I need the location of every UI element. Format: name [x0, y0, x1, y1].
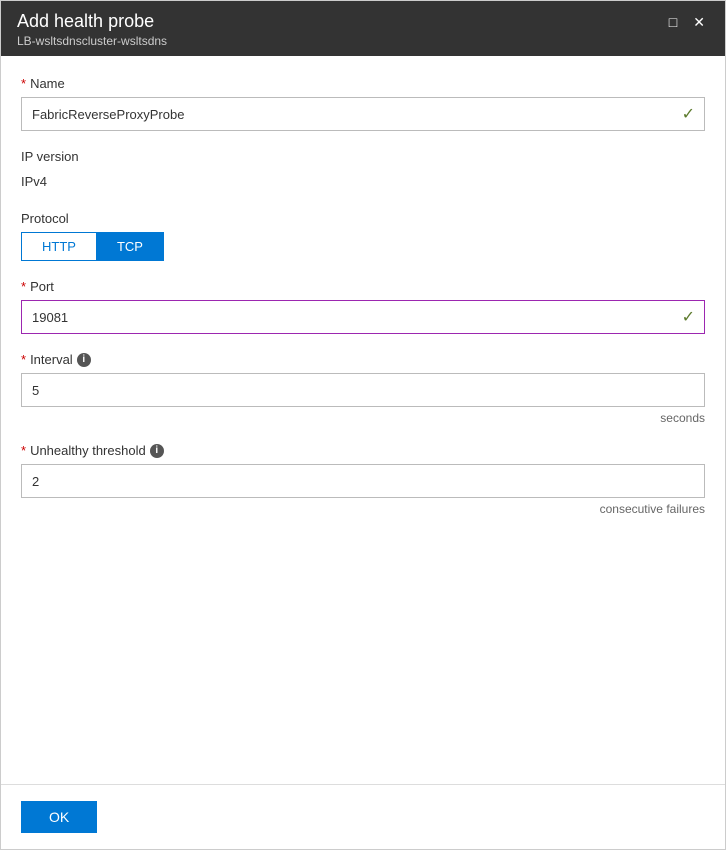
unhealthy-threshold-hint: consecutive failures [21, 502, 705, 516]
ok-button[interactable]: OK [21, 801, 97, 833]
title-bar-left: Add health probe LB-wsltsdnscluster-wslt… [17, 11, 167, 48]
name-check-icon: ✓ [682, 104, 695, 124]
name-input[interactable] [21, 97, 705, 131]
name-label-text: Name [30, 76, 65, 91]
unhealthy-threshold-info-icon[interactable]: i [150, 444, 164, 458]
port-input[interactable] [21, 300, 705, 334]
title-bar: Add health probe LB-wsltsdnscluster-wslt… [1, 1, 725, 56]
port-check-icon: ✓ [682, 307, 695, 327]
ip-version-label: IP version [21, 149, 705, 164]
port-required-star: * [21, 279, 26, 294]
add-health-probe-panel: Add health probe LB-wsltsdnscluster-wslt… [0, 0, 726, 850]
close-button[interactable]: ✕ [689, 15, 709, 29]
unhealthy-threshold-label-text: Unhealthy threshold [30, 443, 146, 458]
interval-label: * Interval i [21, 352, 705, 367]
name-input-wrapper: ✓ [21, 97, 705, 131]
panel-footer: OK [1, 784, 725, 849]
name-label: * Name [21, 76, 705, 91]
protocol-field-group: Protocol HTTP TCP [21, 211, 705, 261]
interval-label-text: Interval [30, 352, 73, 367]
unhealthy-threshold-label: * Unhealthy threshold i [21, 443, 705, 458]
protocol-label-text: Protocol [21, 211, 69, 226]
minimize-button[interactable]: □ [665, 15, 681, 29]
ip-version-value: IPv4 [21, 170, 705, 193]
unhealthy-threshold-field-group: * Unhealthy threshold i consecutive fail… [21, 443, 705, 516]
panel-subtitle: LB-wsltsdnscluster-wsltsdns [17, 34, 167, 48]
panel-content: * Name ✓ IP version IPv4 Protocol HTTP T… [1, 56, 725, 784]
interval-required-star: * [21, 352, 26, 367]
port-label-text: Port [30, 279, 54, 294]
port-label: * Port [21, 279, 705, 294]
protocol-tcp-button[interactable]: TCP [96, 232, 164, 261]
ip-version-label-text: IP version [21, 149, 79, 164]
interval-input[interactable] [21, 373, 705, 407]
interval-field-group: * Interval i seconds [21, 352, 705, 425]
name-required-star: * [21, 76, 26, 91]
interval-info-icon[interactable]: i [77, 353, 91, 367]
protocol-toggle: HTTP TCP [21, 232, 164, 261]
title-bar-controls: □ ✕ [665, 15, 709, 29]
panel-title: Add health probe [17, 11, 167, 32]
protocol-http-button[interactable]: HTTP [21, 232, 96, 261]
unhealthy-threshold-input[interactable] [21, 464, 705, 498]
port-field-group: * Port ✓ [21, 279, 705, 334]
name-field-group: * Name ✓ [21, 76, 705, 131]
interval-hint: seconds [21, 411, 705, 425]
protocol-label: Protocol [21, 211, 705, 226]
ip-version-field-group: IP version IPv4 [21, 149, 705, 193]
unhealthy-threshold-required-star: * [21, 443, 26, 458]
port-input-wrapper: ✓ [21, 300, 705, 334]
